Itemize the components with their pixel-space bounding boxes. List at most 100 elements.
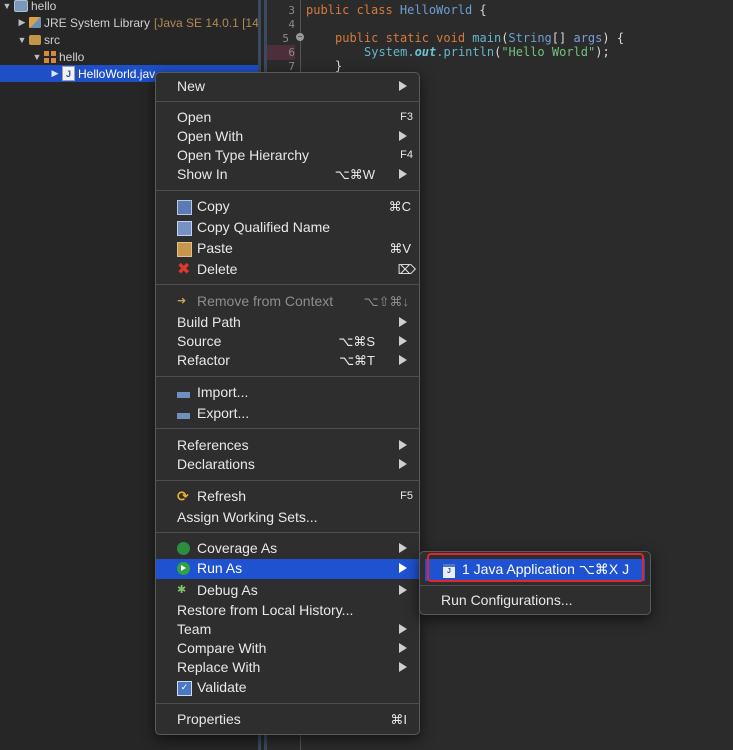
library-icon bbox=[29, 17, 41, 28]
menu-item-label: New bbox=[177, 78, 206, 94]
line-number: 3 bbox=[288, 4, 295, 17]
tree-item-label: JRE System Library bbox=[44, 15, 151, 30]
menu-item-label: Delete bbox=[197, 261, 238, 277]
menu-item-assign-working-sets[interactable]: Assign Working Sets... bbox=[156, 508, 419, 527]
menu-item-coverage-as[interactable]: Coverage As bbox=[156, 539, 419, 558]
menu-shortcut: ⌥⌘W bbox=[334, 167, 375, 182]
menu-item-refresh[interactable]: ⟳ Refresh F5 bbox=[156, 487, 419, 506]
expand-arrow-icon[interactable]: ▼ bbox=[32, 52, 42, 62]
menu-item-references[interactable]: References bbox=[156, 436, 419, 455]
menu-item-label: Open Type Hierarchy bbox=[177, 147, 310, 163]
menu-item-source[interactable]: Source ⌥⌘S bbox=[156, 332, 419, 351]
menu-separator bbox=[156, 101, 419, 102]
menu-item-export[interactable]: Export... bbox=[156, 404, 419, 423]
tree-item-package[interactable]: ▼ hello bbox=[32, 48, 85, 65]
menu-item-open-type-hierarchy[interactable]: Open Type Hierarchy F4 bbox=[156, 146, 419, 165]
line-number: 4 bbox=[288, 18, 295, 31]
submenu-arrow-icon bbox=[399, 355, 407, 365]
code-keyword: public static void bbox=[335, 31, 473, 45]
menu-item-label: Show In bbox=[177, 166, 228, 182]
menu-item-label: Copy bbox=[197, 198, 230, 214]
code-method-name: main bbox=[472, 31, 502, 45]
menu-item-run-as[interactable]: Run As bbox=[156, 559, 419, 579]
menu-item-delete[interactable]: ✖ Delete ⌦ bbox=[156, 260, 419, 279]
menu-shortcut: ⌘C bbox=[388, 199, 411, 214]
menu-item-open[interactable]: Open F3 bbox=[156, 108, 419, 127]
menu-item-label: Run As bbox=[197, 560, 243, 576]
code-method-call: println bbox=[443, 45, 495, 59]
fold-toggle-icon[interactable]: − bbox=[296, 33, 304, 41]
menu-shortcut: ⌘V bbox=[389, 241, 411, 256]
export-icon bbox=[177, 407, 190, 420]
run-icon bbox=[177, 562, 190, 575]
menu-separator bbox=[156, 480, 419, 481]
menu-item-label: Paste bbox=[197, 240, 233, 256]
code-text: ) { bbox=[602, 31, 625, 45]
menu-shortcut: ⌦ bbox=[397, 262, 416, 277]
tree-item-label: hello bbox=[31, 0, 57, 13]
code-string: "Hello World" bbox=[501, 45, 596, 59]
menu-item-debug-as[interactable]: ✱ Debug As bbox=[156, 581, 419, 600]
menu-item-label: Remove from Context bbox=[197, 293, 334, 309]
menu-shortcut: ⌥⌘S bbox=[338, 334, 375, 349]
menu-separator bbox=[156, 703, 419, 704]
menu-separator bbox=[156, 376, 419, 377]
menu-item-compare-with[interactable]: Compare With bbox=[156, 639, 419, 658]
menu-item-label: Open bbox=[177, 109, 212, 125]
menu-item-paste[interactable]: Paste ⌘V bbox=[156, 239, 419, 258]
menu-item-label: Build Path bbox=[177, 314, 241, 330]
paste-icon bbox=[177, 242, 192, 257]
menu-item-new[interactable]: New bbox=[156, 77, 419, 96]
menu-item-properties[interactable]: Properties ⌘I bbox=[156, 710, 419, 729]
context-menu: New Open F3 Open With Open Type Hierarch… bbox=[155, 72, 420, 735]
expand-arrow-icon[interactable]: ▼ bbox=[17, 35, 27, 45]
code-line[interactable]: public static void main(String[] args) { bbox=[335, 31, 624, 46]
menu-item-remove-from-context: ➜ Remove from Context ⌥⇧⌘↓ bbox=[156, 292, 419, 311]
copy-qualified-name-icon bbox=[177, 221, 192, 236]
tree-item-file[interactable]: ▶ J HelloWorld.jav bbox=[50, 65, 155, 82]
menu-item-refactor[interactable]: Refactor ⌥⌘T bbox=[156, 351, 419, 370]
code-line[interactable]: System.out.println("Hello World"); bbox=[364, 45, 610, 60]
menu-item-replace-with[interactable]: Replace With bbox=[156, 658, 419, 677]
menu-item-team[interactable]: Team bbox=[156, 620, 419, 639]
menu-item-import[interactable]: Import... bbox=[156, 383, 419, 402]
menu-item-run-configurations[interactable]: Run Configurations... bbox=[420, 591, 650, 611]
menu-item-label: Declarations bbox=[177, 456, 255, 472]
submenu-arrow-icon bbox=[399, 459, 407, 469]
collapse-arrow-icon[interactable]: ▶ bbox=[50, 68, 60, 79]
menu-item-declarations[interactable]: Declarations bbox=[156, 455, 419, 474]
menu-separator bbox=[156, 428, 419, 429]
code-text: ); bbox=[595, 45, 610, 59]
highlight-annotation-box bbox=[427, 553, 644, 582]
collapse-arrow-icon[interactable]: ▶ bbox=[17, 17, 27, 28]
menu-item-copy-qualified-name[interactable]: Copy Qualified Name bbox=[156, 218, 419, 237]
expand-arrow-icon[interactable]: ▼ bbox=[2, 1, 12, 11]
tree-item-label: src bbox=[44, 32, 60, 47]
menu-item-label: Run Configurations... bbox=[441, 592, 573, 608]
code-static-field: out bbox=[414, 45, 437, 59]
menu-shortcut: ⌥⇧⌘↓ bbox=[363, 294, 409, 309]
menu-item-validate[interactable]: ✓ Validate bbox=[156, 678, 419, 697]
code-line[interactable]: public class HelloWorld { bbox=[306, 3, 487, 18]
menu-item-copy[interactable]: Copy ⌘C bbox=[156, 197, 419, 216]
tree-item-src[interactable]: ▼ src bbox=[17, 31, 60, 48]
menu-item-label: Restore from Local History... bbox=[177, 602, 354, 618]
menu-item-restore-local-history[interactable]: Restore from Local History... bbox=[156, 601, 419, 620]
menu-item-label: Assign Working Sets... bbox=[177, 509, 318, 525]
tree-item-project[interactable]: ▼ hello bbox=[2, 0, 56, 14]
menu-item-show-in[interactable]: Show In ⌥⌘W bbox=[156, 165, 419, 184]
menu-item-label: Debug As bbox=[197, 582, 258, 598]
menu-item-label: Properties bbox=[177, 711, 241, 727]
debug-bug-icon: ✱ bbox=[177, 584, 187, 596]
menu-item-label: Coverage As bbox=[197, 540, 278, 556]
menu-item-open-with[interactable]: Open With bbox=[156, 127, 419, 146]
submenu-arrow-icon bbox=[399, 317, 407, 327]
menu-item-build-path[interactable]: Build Path bbox=[156, 313, 419, 332]
menu-item-label: Validate bbox=[197, 679, 247, 695]
java-file-icon: J bbox=[62, 66, 75, 81]
source-folder-icon bbox=[29, 34, 41, 45]
code-text: { bbox=[472, 3, 487, 17]
refresh-icon: ⟳ bbox=[177, 488, 189, 504]
tree-item-jre-library[interactable]: ▶ JRE System Library [Java SE 14.0.1 [14 bbox=[17, 14, 259, 31]
menu-separator bbox=[156, 284, 419, 285]
